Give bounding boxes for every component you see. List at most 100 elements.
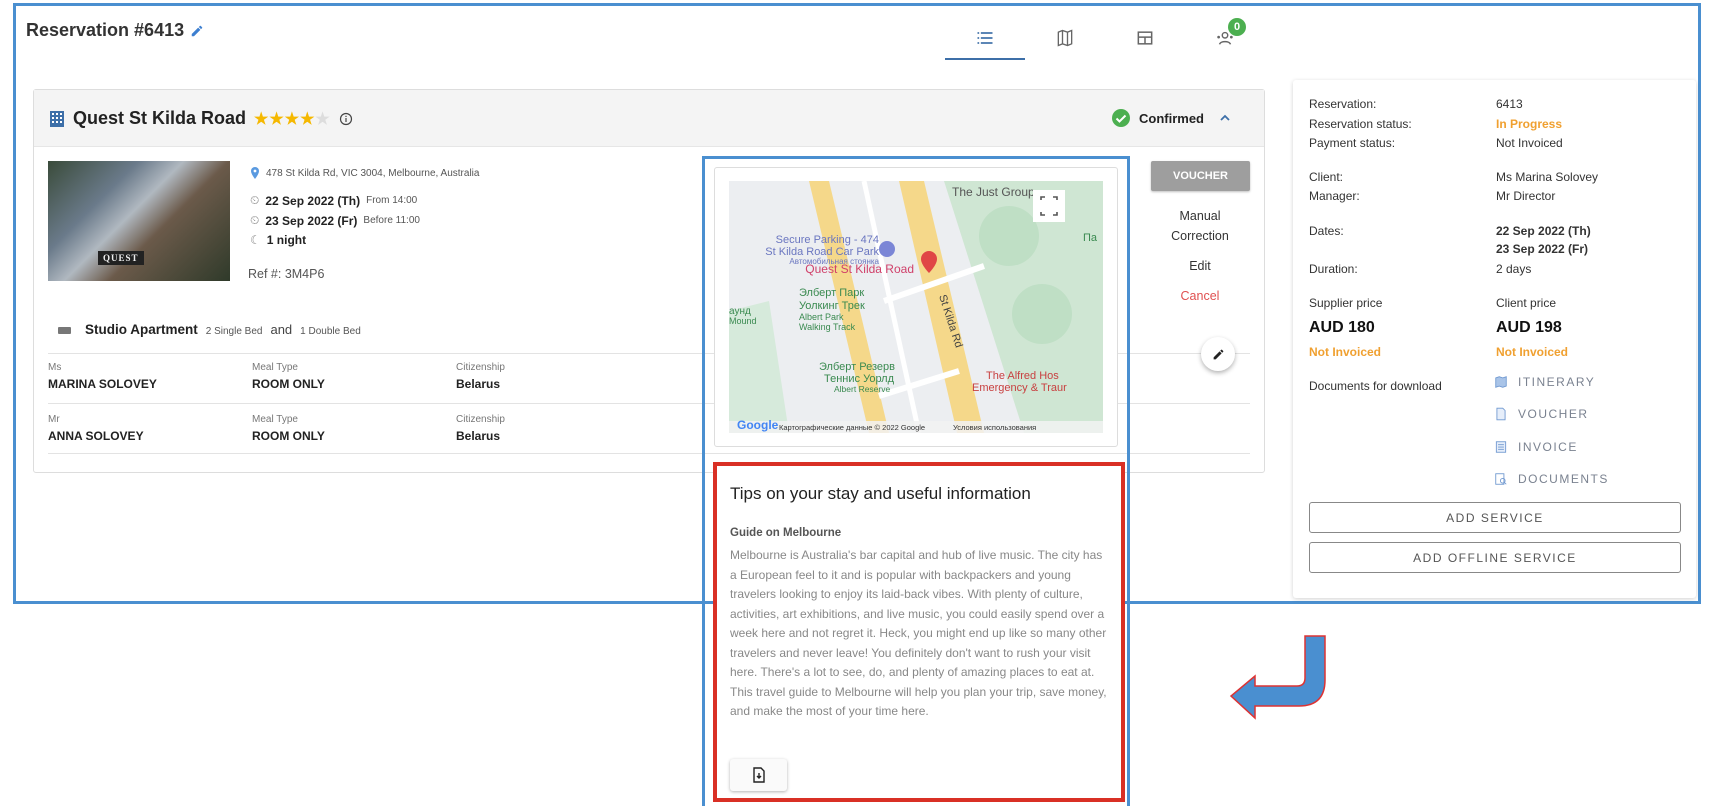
guest-title: Ms xyxy=(48,362,62,373)
tab-list[interactable] xyxy=(945,24,1025,60)
map-label: Walking Track xyxy=(799,322,856,332)
map-label: Secure Parking - 474 xyxy=(776,234,879,246)
fullscreen-button[interactable] xyxy=(1033,190,1065,222)
checkin-date: 22 Sep 2022 (Th) xyxy=(265,193,361,208)
citizenship: Belarus xyxy=(456,429,501,443)
add-service-button[interactable]: ADD SERVICE xyxy=(1309,502,1681,533)
invoice-label: INVOICE xyxy=(1518,440,1578,454)
location-pin-icon xyxy=(251,167,259,179)
page-title: Reservation #6413 xyxy=(26,20,204,41)
reservation-label: Reservation: xyxy=(1309,97,1377,111)
chevron-up-icon[interactable] xyxy=(1218,111,1232,125)
status-text: Confirmed xyxy=(1139,110,1204,126)
citizenship: Belarus xyxy=(456,377,501,391)
supplier-price-label: Supplier price xyxy=(1309,296,1383,310)
checkin-icon: ⏲ xyxy=(250,193,260,207)
voucher-link[interactable]: VOUCHER xyxy=(1494,407,1589,421)
documents-label: Documents for download xyxy=(1309,379,1442,393)
hotel-name-row: Quest St Kilda Road ★★★★★ xyxy=(49,108,353,129)
map-label: The Just Group xyxy=(952,185,1035,199)
reservation-value: 6413 xyxy=(1496,97,1523,111)
status-confirmed[interactable]: Confirmed xyxy=(1111,108,1232,128)
tips-title: Tips on your stay and useful information xyxy=(730,484,1031,503)
map-terms-link[interactable]: Условия использования xyxy=(953,423,1036,432)
room-row: Studio Apartment 2 Single Bed and 1 Doub… xyxy=(58,322,361,337)
info-icon[interactable] xyxy=(339,112,353,126)
invoice-icon xyxy=(1495,441,1507,453)
citizenship-label: Citizenship xyxy=(456,414,505,425)
tips-panel: Tips on your stay and useful information… xyxy=(713,462,1125,802)
manager-value: Mr Director xyxy=(1496,189,1556,203)
map-label: Уолкинг Трек xyxy=(799,300,865,312)
checkin-row: ⏲ 22 Sep 2022 (Th) From 14:00 xyxy=(250,193,417,208)
checkout-date: 23 Sep 2022 (Fr) xyxy=(265,213,358,228)
map-label: Элберт Резерв xyxy=(819,361,895,373)
client-invoice-status: Not Invoiced xyxy=(1496,345,1569,359)
bed-and: and xyxy=(270,322,293,337)
manual-correction-button[interactable]: Manual Correction xyxy=(1150,206,1250,246)
client-value: Ms Marina Solovey xyxy=(1496,170,1599,184)
guest-name: ANNA SOLOVEY xyxy=(48,429,144,443)
list-icon xyxy=(977,32,993,44)
date-end: 23 Sep 2022 (Fr) xyxy=(1496,242,1589,256)
bed-config-1: 2 Single Bed xyxy=(205,326,263,337)
pencil-icon xyxy=(1213,349,1223,359)
meal-type: ROOM ONLY xyxy=(252,377,325,391)
invoice-link[interactable]: INVOICE xyxy=(1494,440,1578,454)
document-search-icon xyxy=(1495,473,1507,485)
map-label: Albert Reserve xyxy=(834,384,890,394)
page-title-text: Reservation #6413 xyxy=(26,20,185,40)
travelers-count-badge: 0 xyxy=(1228,18,1246,36)
tab-map[interactable] xyxy=(1025,24,1105,60)
edit-button[interactable]: Edit xyxy=(1150,259,1250,273)
room-name: Studio Apartment xyxy=(85,322,198,337)
client-price-label: Client price xyxy=(1496,296,1557,310)
tips-subtitle: Guide on Melbourne xyxy=(730,527,842,539)
map-icon xyxy=(1057,29,1073,47)
table-icon xyxy=(1137,31,1153,45)
bed-config-2: 1 Double Bed xyxy=(300,326,361,337)
parking-marker-icon[interactable] xyxy=(879,241,895,257)
documents-link[interactable]: DOCUMENTS xyxy=(1494,472,1609,486)
checkout-icon: ⏲ xyxy=(250,213,260,227)
file-download-icon xyxy=(752,767,765,783)
add-offline-service-button[interactable]: ADD OFFLINE SERVICE xyxy=(1309,542,1681,573)
documents-link-label: DOCUMENTS xyxy=(1518,472,1609,486)
tab-table[interactable] xyxy=(1105,24,1185,60)
citizenship-label: Citizenship xyxy=(456,362,505,373)
map-icon xyxy=(1495,376,1507,388)
address: 478 St Kilda Rd, VIC 3004, Melbourne, Au… xyxy=(266,167,480,179)
tab-travelers[interactable]: 0 xyxy=(1185,18,1265,60)
checkout-time: Before 11:00 xyxy=(363,215,420,226)
map-label: Mound xyxy=(729,316,757,326)
status-value: In Progress xyxy=(1496,117,1563,131)
map-label: The Alfred Hos xyxy=(986,370,1059,382)
checkin-time: From 14:00 xyxy=(366,195,418,206)
hotel-name: Quest St Kilda Road xyxy=(73,108,247,128)
google-logo: Google xyxy=(737,418,779,432)
dates-label: Dates: xyxy=(1309,224,1344,238)
star-rating: ★★★★★ xyxy=(254,110,331,128)
map-label: Albert Park xyxy=(799,312,844,322)
map-attribution: Картографические данные © 2022 Google xyxy=(779,423,925,432)
voucher-label: VOUCHER xyxy=(1518,407,1589,421)
supplier-price: AUD 180 xyxy=(1309,319,1375,336)
checkout-row: ⏲ 23 Sep 2022 (Fr) Before 11:00 xyxy=(250,213,420,228)
cancel-button[interactable]: Cancel xyxy=(1150,289,1250,303)
map-label: Элберт Парк xyxy=(799,287,864,299)
itinerary-link[interactable]: ITINERARY xyxy=(1494,375,1595,389)
payment-label: Payment status: xyxy=(1309,136,1396,150)
check-circle-icon xyxy=(1112,109,1130,127)
download-button[interactable] xyxy=(730,759,787,791)
manager-label: Manager: xyxy=(1309,189,1360,203)
duration-value: 2 days xyxy=(1496,262,1532,276)
hotel-map[interactable]: The Just Group Secure Parking - 474 St K… xyxy=(729,181,1103,433)
client-label: Client: xyxy=(1309,170,1344,184)
edit-fab-button[interactable] xyxy=(1201,337,1235,371)
reference-number: Ref #: 3M4P6 xyxy=(248,267,325,281)
voucher-button[interactable]: VOUCHER xyxy=(1151,161,1250,191)
payment-value: Not Invoiced xyxy=(1496,136,1563,150)
hotel-photo[interactable]: QUEST xyxy=(48,161,230,281)
pencil-icon[interactable] xyxy=(190,24,204,38)
nights-row: ☾ 1 night xyxy=(250,233,306,247)
